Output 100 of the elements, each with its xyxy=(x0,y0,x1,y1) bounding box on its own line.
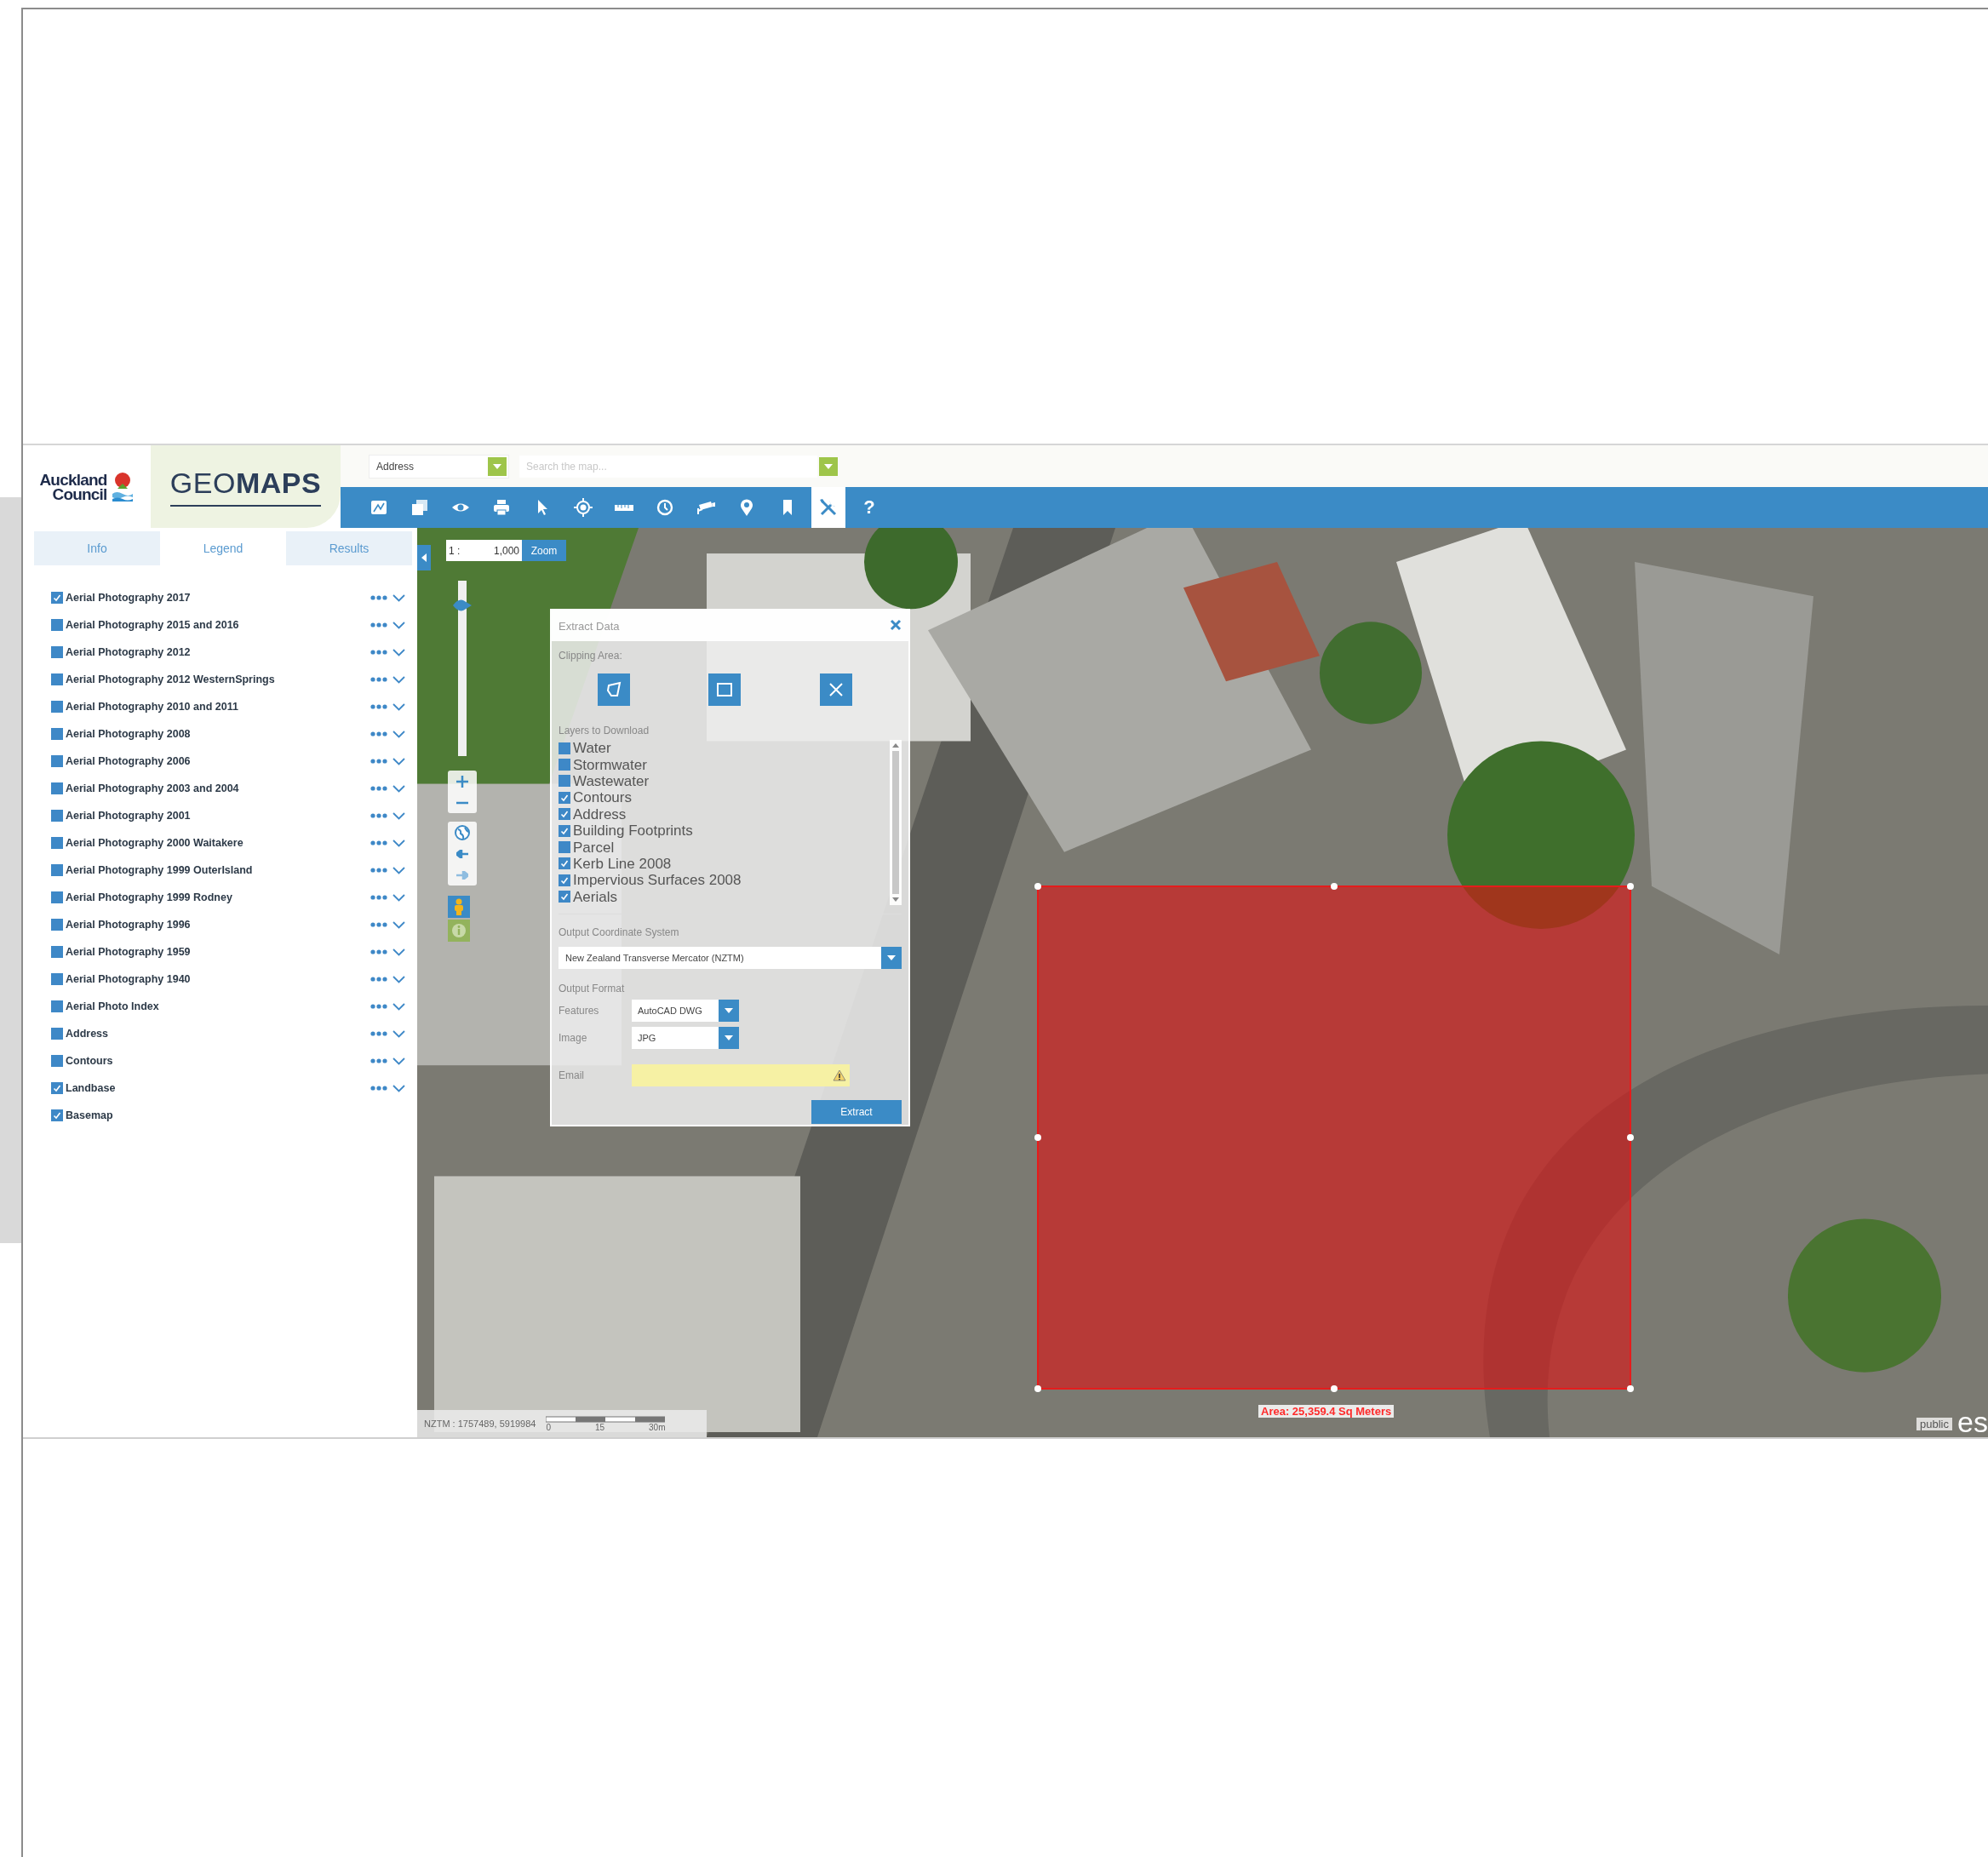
search-type-dropdown[interactable]: Address xyxy=(369,454,509,479)
rectangle-tool-button[interactable] xyxy=(708,673,742,706)
coordinate-dropdown[interactable]: New Zealand Transverse Mercator (NZTM) xyxy=(559,946,902,969)
more-icon[interactable] xyxy=(370,813,387,818)
chevron-down-icon[interactable] xyxy=(392,866,405,874)
chevron-down-icon[interactable] xyxy=(392,975,405,983)
help-button[interactable]: ? xyxy=(852,487,886,528)
globe-icon xyxy=(455,824,470,840)
chevron-down-icon[interactable] xyxy=(392,948,405,956)
polygon-tool-button[interactable] xyxy=(598,673,631,706)
layer-checkbox[interactable] xyxy=(559,791,570,804)
layer-checkbox[interactable] xyxy=(51,837,63,849)
toolbar-button[interactable] xyxy=(811,487,845,528)
map-icon xyxy=(370,498,388,517)
chevron-down-icon[interactable] xyxy=(392,675,405,684)
slider-thumb[interactable] xyxy=(451,598,473,612)
chevron-down-icon[interactable] xyxy=(392,621,405,629)
layer-checkbox[interactable] xyxy=(51,1082,63,1094)
more-icon[interactable] xyxy=(370,895,387,900)
sidebar-tab[interactable]: Results xyxy=(286,531,412,565)
layer-checkbox[interactable] xyxy=(51,619,63,631)
layer-checkbox[interactable] xyxy=(559,808,570,821)
search-options-button[interactable] xyxy=(819,456,838,476)
chevron-down-icon[interactable] xyxy=(392,893,405,902)
more-icon[interactable] xyxy=(370,650,387,655)
sidebar-tab[interactable]: Legend xyxy=(160,531,286,565)
clear-button[interactable] xyxy=(819,673,852,706)
more-icon[interactable] xyxy=(370,677,387,682)
layer-checkbox[interactable] xyxy=(51,755,63,767)
layer-checkbox[interactable] xyxy=(51,1055,63,1067)
more-icon[interactable] xyxy=(370,922,387,927)
layer-checkbox[interactable] xyxy=(559,874,570,886)
more-icon[interactable] xyxy=(370,595,387,600)
layer-checkbox[interactable] xyxy=(51,728,63,740)
more-icon[interactable] xyxy=(370,977,387,982)
zoom-button[interactable]: Zoom xyxy=(522,540,566,561)
chevron-down-icon[interactable] xyxy=(392,811,405,820)
image-dropdown[interactable]: JPG xyxy=(632,1026,739,1049)
more-icon[interactable] xyxy=(370,949,387,954)
more-icon[interactable] xyxy=(370,704,387,709)
street-view-button[interactable] xyxy=(448,896,470,918)
layer-checkbox[interactable] xyxy=(51,919,63,931)
layer-checkbox[interactable] xyxy=(51,864,63,876)
layer-checkbox[interactable] xyxy=(51,1000,63,1012)
layer-checkbox[interactable] xyxy=(559,824,570,837)
more-icon[interactable] xyxy=(370,731,387,736)
chevron-down-icon[interactable] xyxy=(392,1057,405,1065)
chevron-down-icon[interactable] xyxy=(392,730,405,738)
more-icon[interactable] xyxy=(370,759,387,764)
more-icon[interactable] xyxy=(370,622,387,628)
chevron-down-icon[interactable] xyxy=(392,648,405,656)
sidebar-tab[interactable]: Info xyxy=(34,531,160,565)
scale-label: 30m xyxy=(649,1422,666,1432)
chevron-down-icon[interactable] xyxy=(392,757,405,765)
layer-checkbox[interactable] xyxy=(51,810,63,822)
ruler-icon xyxy=(615,504,633,511)
chevron-down-icon[interactable] xyxy=(392,1084,405,1092)
plus-icon xyxy=(456,775,468,788)
layer-checkbox[interactable] xyxy=(559,841,570,854)
chevron-down-icon[interactable] xyxy=(392,593,405,602)
layer-checkbox[interactable] xyxy=(51,973,63,985)
layer-checkbox[interactable] xyxy=(559,742,570,754)
chevron-down-icon[interactable] xyxy=(392,1002,405,1011)
scrollbar[interactable] xyxy=(890,740,902,905)
layer-name: Aerial Photography 2012 xyxy=(66,646,192,658)
chevron-down-icon[interactable] xyxy=(392,839,405,847)
layer-checkbox[interactable] xyxy=(559,891,570,903)
chevron-down-icon[interactable] xyxy=(392,1029,405,1038)
caret-icon xyxy=(493,463,501,469)
more-icon[interactable] xyxy=(370,1004,387,1009)
more-icon[interactable] xyxy=(370,840,387,845)
chevron-down-icon[interactable] xyxy=(392,702,405,711)
layer-checkbox[interactable] xyxy=(51,891,63,903)
layer-name: Aerials xyxy=(573,888,617,905)
collapse-button[interactable] xyxy=(417,545,431,570)
layer-checkbox[interactable] xyxy=(51,673,63,685)
layer-checkbox[interactable] xyxy=(559,775,570,788)
more-icon[interactable] xyxy=(370,1086,387,1091)
layer-checkbox[interactable] xyxy=(51,701,63,713)
more-icon[interactable] xyxy=(370,1058,387,1063)
more-icon[interactable] xyxy=(370,1031,387,1036)
layer-checkbox[interactable] xyxy=(51,1109,63,1121)
chevron-down-icon[interactable] xyxy=(392,784,405,793)
layer-checkbox[interactable] xyxy=(51,646,63,658)
scale-field[interactable]: 1 : 1,000 xyxy=(446,540,522,561)
layer-checkbox[interactable] xyxy=(559,759,570,771)
layer-checkbox[interactable] xyxy=(51,592,63,604)
layer-checkbox[interactable] xyxy=(51,1028,63,1040)
layer-checkbox[interactable] xyxy=(51,782,63,794)
features-dropdown[interactable]: AutoCAD DWG xyxy=(632,999,739,1022)
layer-checkbox[interactable] xyxy=(51,946,63,958)
more-icon[interactable] xyxy=(370,868,387,873)
section-label: Output Coordinate System xyxy=(559,926,680,938)
layer-checkbox[interactable] xyxy=(559,857,570,870)
layer-name: Aerial Photography 1996 xyxy=(66,919,192,931)
extract-button[interactable]: Extract xyxy=(811,1099,902,1124)
email-field[interactable] xyxy=(632,1063,850,1086)
more-icon[interactable] xyxy=(370,786,387,791)
close-button[interactable] xyxy=(890,619,903,633)
chevron-down-icon[interactable] xyxy=(392,920,405,929)
